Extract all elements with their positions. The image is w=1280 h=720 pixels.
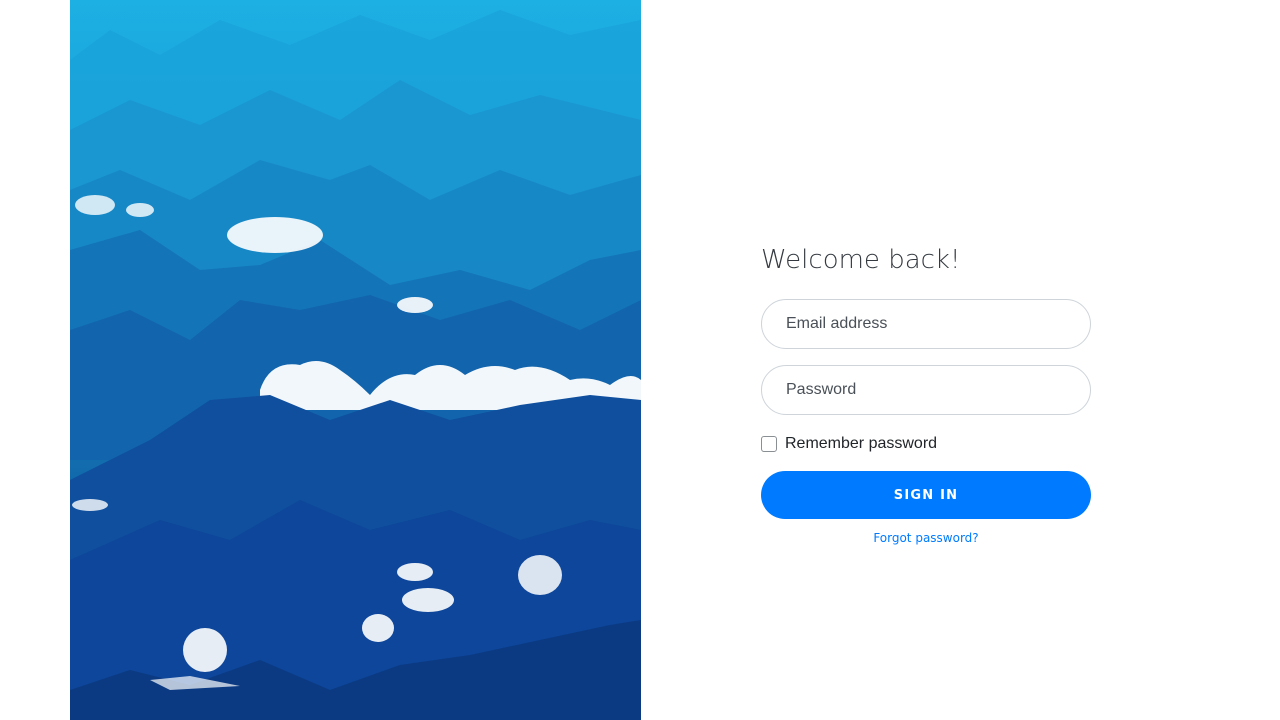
hero-mountain-image (70, 0, 641, 720)
page-title: Welcome back! (761, 245, 961, 275)
email-field[interactable] (761, 299, 1091, 349)
login-form: Welcome back! Remember password SIGN IN … (761, 240, 1091, 545)
forgot-password-link[interactable]: Forgot password? (761, 531, 1091, 545)
sign-in-button[interactable]: SIGN IN (761, 471, 1091, 519)
remember-password-checkbox[interactable] (761, 436, 777, 452)
login-page: Welcome back! Remember password SIGN IN … (0, 0, 1280, 720)
remember-password-row: Remember password (761, 434, 1091, 454)
remember-password-label[interactable]: Remember password (785, 435, 937, 453)
mountain-illustration (70, 0, 641, 720)
password-field[interactable] (761, 365, 1091, 415)
